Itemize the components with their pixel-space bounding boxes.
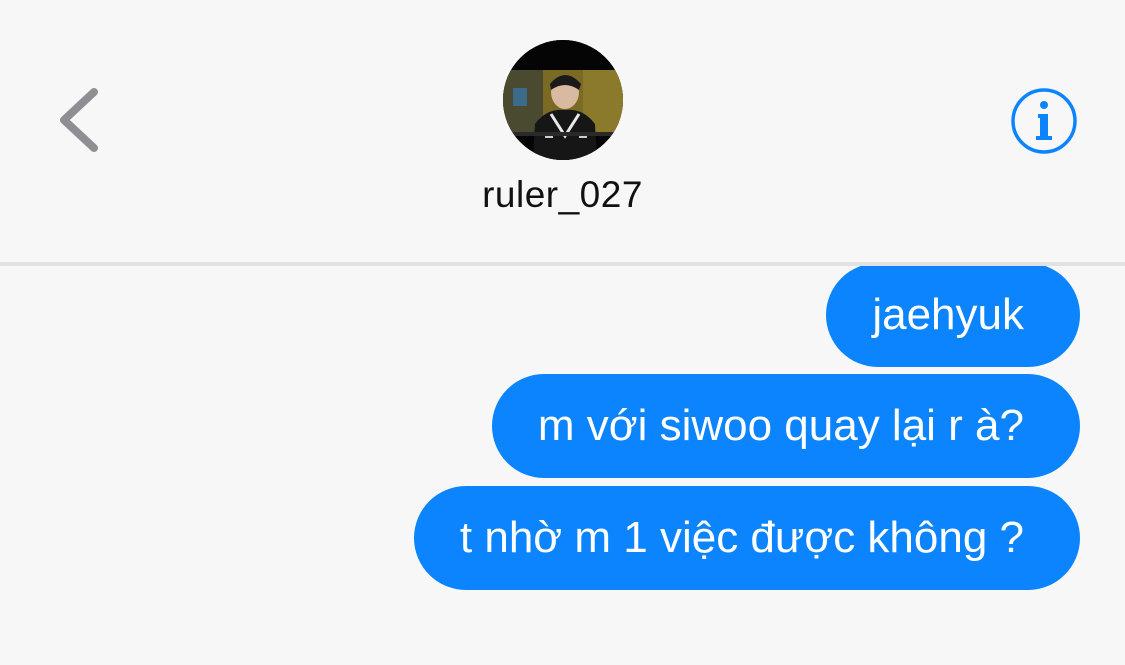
sent-message-bubble[interactable]: jaehyuk	[826, 266, 1080, 367]
info-circle-icon	[1011, 88, 1077, 154]
chevron-left-icon	[60, 88, 98, 152]
avatar-photo	[503, 40, 623, 160]
sent-message-bubble[interactable]: m với siwoo quay lại r à?	[491, 374, 1080, 478]
sent-message-bubble[interactable]: t nhờ m 1 việc được không ?	[413, 486, 1080, 590]
message-list[interactable]: jaehyuk m với siwoo quay lại r à? t nhờ …	[0, 266, 1125, 665]
conversation-header: ruler_027	[0, 0, 1125, 262]
info-button[interactable]	[1009, 86, 1079, 156]
back-button[interactable]	[52, 84, 112, 156]
avatar[interactable]	[503, 40, 623, 160]
contact-name[interactable]: ruler_027	[0, 174, 1125, 216]
